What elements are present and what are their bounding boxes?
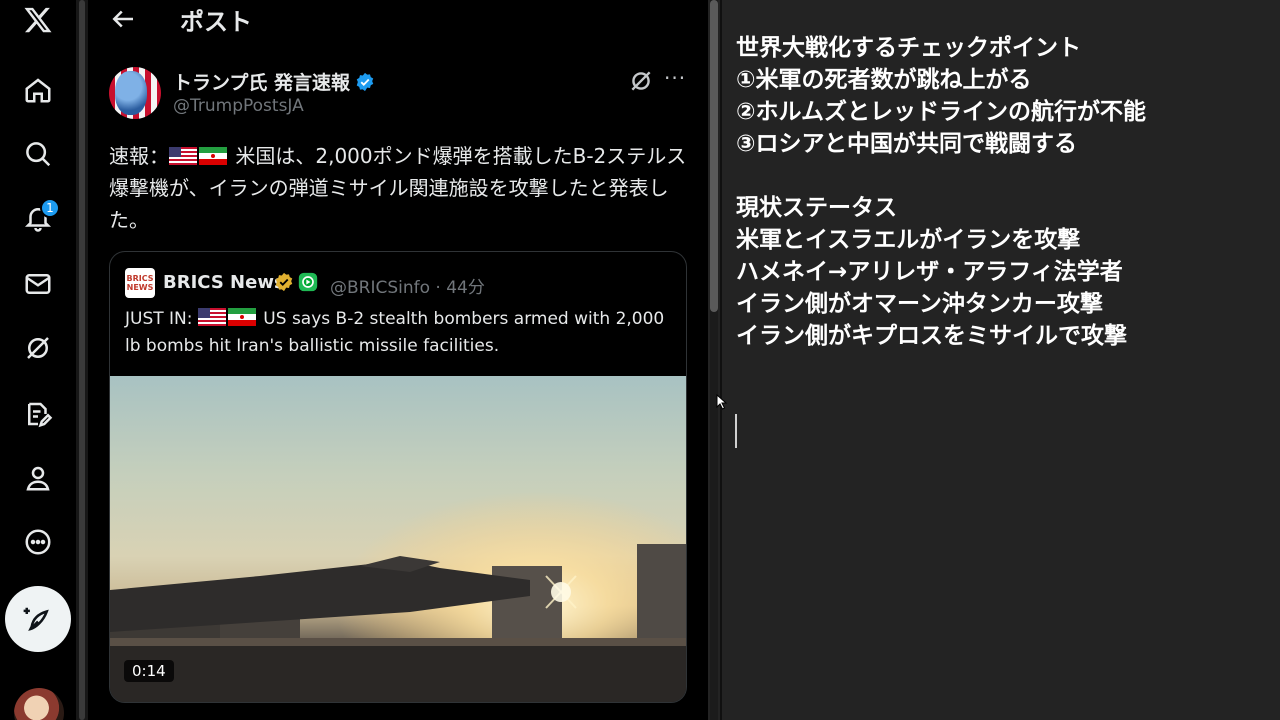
messages-envelope-icon[interactable] (12, 258, 64, 310)
grok-explain-icon[interactable] (628, 68, 654, 94)
notes-panel[interactable]: 世界大戦化するチェックポイント ①米軍の死者数が跳ね上がる ②ホルムズとレッドライン… (736, 32, 1256, 352)
note-line: 世界大戦化するチェックポイント (736, 35, 1081, 61)
note-line: イラン側がオマーン沖タンカー攻撃 (736, 291, 1103, 317)
logo-top-text: BRICS (126, 274, 154, 283)
author-avatar[interactable] (109, 67, 161, 119)
video-duration: 0:14 (124, 660, 174, 682)
b2-bomber-video-frame (110, 376, 686, 702)
drafts-edit-icon[interactable] (12, 388, 64, 440)
post-text-prefix: 速報： (109, 144, 169, 168)
home-icon[interactable] (12, 64, 64, 116)
note-line: 米軍とイスラエルがイランを攻撃 (736, 227, 1081, 253)
author-handle[interactable]: @TrumpPostsJA (173, 96, 304, 116)
panel-divider (720, 0, 722, 720)
compose-post-button[interactable] (5, 586, 71, 652)
more-circle-icon[interactable] (12, 516, 64, 568)
text-caret (735, 414, 737, 448)
green-affiliate-badge-icon (298, 272, 318, 292)
left-scrollbar[interactable] (79, 0, 85, 720)
author-name-text: トランプ氏 発言速報 (173, 72, 351, 94)
note-line: ③ロシアと中国が共同で戦闘する (736, 131, 1078, 157)
sidebar-nav: 1 (0, 0, 76, 720)
quoted-badges (274, 272, 318, 296)
author-name[interactable]: トランプ氏 発言速報 (173, 68, 375, 95)
note-blank-line (736, 160, 1256, 192)
note-line: 現状ステータス (736, 195, 897, 221)
note-line: ①米軍の死者数が跳ね上がる (736, 67, 1032, 93)
video-player[interactable]: 0:14 (110, 376, 686, 702)
notifications-bell-icon[interactable]: 1 (12, 192, 64, 244)
mouse-pointer-icon (716, 394, 728, 410)
post-body: 速報： 米国は、2,000ポンド爆弾を搭載したB-2ステルス爆撃機が、イランの弾… (109, 140, 689, 236)
brics-news-logo: BRICS NEWS (125, 268, 155, 298)
logo-bottom-text: NEWS (126, 283, 154, 292)
grok-icon[interactable] (12, 322, 64, 374)
iran-flag-icon (199, 147, 227, 165)
iran-flag-icon (227, 308, 256, 326)
x-logo-icon[interactable] (12, 0, 64, 46)
note-line: イラン側がキプロスをミサイルで攻撃 (736, 323, 1127, 349)
verified-badge-icon (356, 72, 374, 92)
profile-person-icon[interactable] (12, 452, 64, 504)
post-header: ポスト (88, 0, 708, 40)
back-arrow-icon[interactable] (108, 4, 138, 34)
page-title: ポスト (180, 8, 252, 36)
quoted-text-prefix: JUST IN: (125, 309, 198, 329)
search-icon[interactable] (12, 128, 64, 180)
post-detail-column: ポスト トランプ氏 発言速報 @TrumpPostsJA ··· 速報： 米国は… (88, 0, 708, 720)
notification-count-badge: 1 (40, 198, 60, 218)
feather-plus-icon (23, 607, 49, 631)
gold-verified-badge-icon (275, 272, 293, 292)
note-line: ハメネイ→アリレザ・アラフィ法学者 (736, 259, 1123, 285)
us-flag-icon (169, 147, 197, 165)
account-avatar[interactable] (14, 688, 64, 720)
quoted-post-card[interactable]: BRICS NEWS BRICS News @BRICSinfo · 44分 J… (109, 251, 687, 703)
quoted-handle-time[interactable]: @BRICSinfo · 44分 (330, 273, 485, 298)
quoted-post-text: JUST IN: US says B-2 stealth bombers arm… (125, 306, 675, 360)
screen: 1 ポスト トランプ氏 発言速報 @TrumpPostsJA ··· 速報： 米… (0, 0, 1280, 720)
us-flag-icon (197, 308, 226, 326)
more-options-icon[interactable]: ··· (664, 68, 690, 94)
note-line: ②ホルムズとレッドラインの航行が不能 (736, 99, 1147, 125)
feed-scrollbar-thumb[interactable] (710, 0, 718, 312)
quoted-author-name[interactable]: BRICS News (163, 272, 285, 293)
